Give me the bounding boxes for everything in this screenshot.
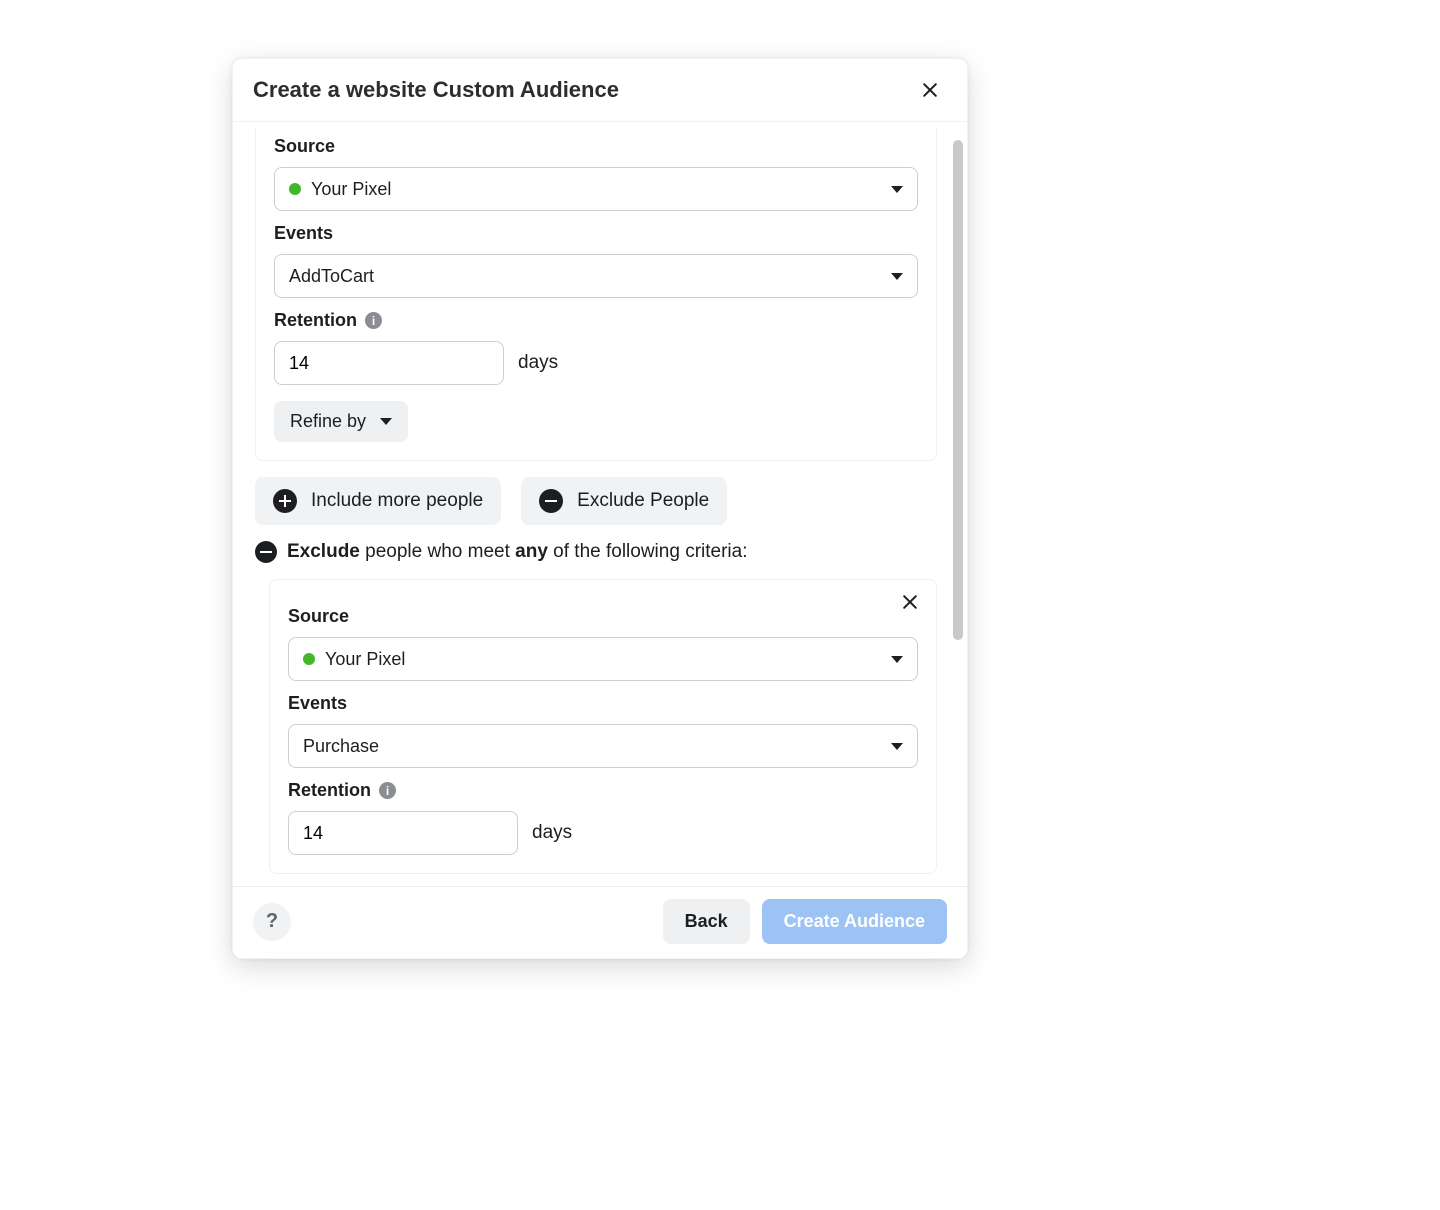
create-audience-button[interactable]: Create Audience — [762, 899, 947, 944]
status-dot-icon — [303, 653, 315, 665]
chevron-down-icon — [380, 418, 392, 425]
refine-label: Refine by — [290, 411, 366, 432]
exclude-people-label: Exclude People — [577, 490, 709, 512]
exclude-people-button[interactable]: Exclude People — [521, 477, 727, 525]
create-audience-modal: Create a website Custom Audience Source … — [232, 58, 968, 959]
scrollbar[interactable] — [953, 140, 963, 640]
people-buttons-row: Include more people Exclude People — [255, 477, 943, 525]
minus-circle-icon — [539, 489, 563, 513]
source-label: Source — [274, 136, 918, 157]
events-label: Events — [288, 693, 918, 714]
close-icon — [920, 80, 940, 100]
source-dropdown[interactable]: Your Pixel — [288, 637, 918, 681]
refine-by-button[interactable]: Refine by — [274, 401, 408, 442]
retention-input[interactable] — [288, 811, 518, 855]
retention-row: days — [274, 341, 918, 385]
events-value: Purchase — [303, 736, 379, 757]
retention-row: days — [288, 811, 918, 855]
plus-circle-icon — [273, 489, 297, 513]
close-button[interactable] — [913, 73, 947, 107]
modal-footer: ? Back Create Audience — [233, 886, 967, 958]
footer-actions: Back Create Audience — [663, 899, 947, 944]
source-value: Your Pixel — [325, 649, 405, 670]
retention-input[interactable] — [274, 341, 504, 385]
remove-section-button[interactable] — [898, 590, 922, 614]
source-value: Your Pixel — [311, 179, 391, 200]
days-label: days — [518, 352, 558, 374]
source-label: Source — [288, 606, 918, 627]
retention-label: Retention i — [288, 780, 918, 801]
events-label: Events — [274, 223, 918, 244]
info-icon[interactable]: i — [379, 782, 396, 799]
events-dropdown[interactable]: Purchase — [288, 724, 918, 768]
modal-title: Create a website Custom Audience — [253, 77, 619, 103]
help-button[interactable]: ? — [253, 903, 291, 941]
chevron-down-icon — [891, 743, 903, 750]
minus-circle-icon — [255, 541, 277, 563]
close-icon — [900, 592, 920, 612]
back-button[interactable]: Back — [663, 899, 750, 944]
exclude-criteria-text: Exclude people who meet any of the follo… — [255, 541, 943, 563]
retention-label: Retention i — [274, 310, 918, 331]
modal-body: Source Your Pixel Events AddToCart Reten… — [233, 122, 967, 874]
modal-header: Create a website Custom Audience — [233, 59, 967, 122]
help-icon: ? — [266, 910, 278, 933]
chevron-down-icon — [891, 273, 903, 280]
source-dropdown[interactable]: Your Pixel — [274, 167, 918, 211]
include-more-button[interactable]: Include more people — [255, 477, 501, 525]
exclude-criteria-section: Source Your Pixel Events Purchase Retent… — [269, 579, 937, 874]
chevron-down-icon — [891, 656, 903, 663]
days-label: days — [532, 822, 572, 844]
status-dot-icon — [289, 183, 301, 195]
events-value: AddToCart — [289, 266, 374, 287]
events-dropdown[interactable]: AddToCart — [274, 254, 918, 298]
chevron-down-icon — [891, 186, 903, 193]
info-icon[interactable]: i — [365, 312, 382, 329]
include-criteria-section: Source Your Pixel Events AddToCart Reten… — [255, 128, 937, 461]
include-more-label: Include more people — [311, 490, 483, 512]
